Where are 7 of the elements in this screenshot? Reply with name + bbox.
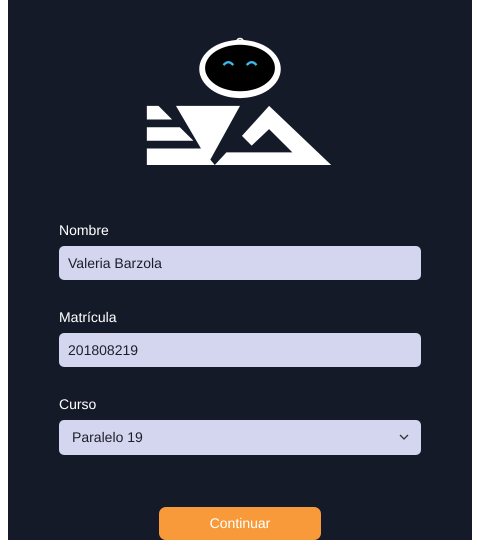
input-field[interactable]: 201808219 (59, 332, 421, 367)
input-field[interactable]: Valeria Barzola (59, 246, 421, 280)
course-select[interactable]: Paralelo 19 (59, 420, 421, 455)
field-label: Nombre (59, 222, 110, 238)
field-label: Matrícula (59, 308, 118, 325)
chevron-down-icon (399, 434, 409, 440)
field-label: Curso (59, 396, 98, 412)
